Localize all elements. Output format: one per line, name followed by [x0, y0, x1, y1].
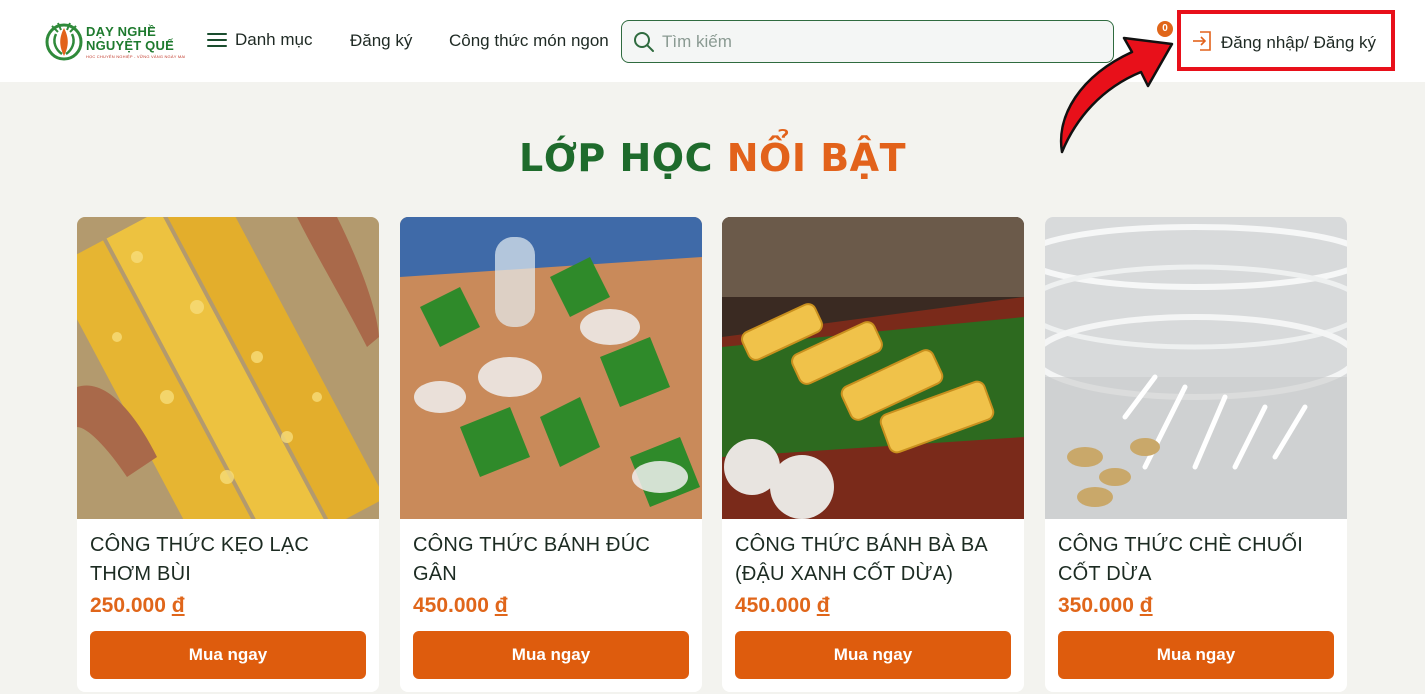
section-title-part1: LỚP HỌC — [519, 136, 727, 180]
login-register-label: Đăng nhập/ Đăng ký — [1221, 33, 1376, 52]
product-price: 450.000 đ — [735, 594, 830, 618]
product-card[interactable]: CÔNG THỨC CHÈ CHUỐI CỐT DỪA 350.000 đ Mu… — [1045, 217, 1347, 692]
product-title[interactable]: CÔNG THỨC KẸO LẠC THƠM BÙI — [90, 531, 375, 589]
buy-now-button[interactable]: Mua ngay — [413, 631, 689, 679]
price-value: 450.000 — [735, 594, 811, 617]
product-image[interactable] — [77, 217, 379, 519]
login-icon — [1193, 31, 1211, 51]
product-image[interactable] — [400, 217, 702, 519]
buy-now-button[interactable]: Mua ngay — [1058, 631, 1334, 679]
product-image[interactable] — [1045, 217, 1347, 519]
product-card[interactable]: CÔNG THỨC KẸO LẠC THƠM BÙI 250.000 đ Mua… — [77, 217, 379, 692]
price-currency: đ — [816, 594, 830, 617]
category-menu-label: Danh mục — [235, 30, 313, 49]
nav-recipes-link[interactable]: Công thức món ngon — [449, 31, 609, 51]
product-title[interactable]: CÔNG THỨC CHÈ CHUỐI CỐT DỪA — [1058, 531, 1343, 589]
logo-mark-icon — [45, 22, 83, 61]
price-currency: đ — [171, 594, 185, 617]
login-register-button[interactable]: Đăng nhập/ Đăng ký — [1177, 10, 1395, 71]
product-image[interactable] — [722, 217, 1024, 519]
price-value: 250.000 — [90, 594, 166, 617]
hamburger-icon — [207, 32, 227, 48]
annotation-arrow-icon — [1059, 36, 1174, 154]
search-icon[interactable] — [633, 31, 655, 53]
product-card[interactable]: CÔNG THỨC BÁNH BÀ BA (ĐẬU XANH CỐT DỪA) … — [722, 217, 1024, 692]
logo-text-line1: DẠY NGHỀ — [86, 24, 156, 39]
site-logo[interactable]: DẠY NGHỀ NGUYỆT QUẾ HỌC CHUYÊN NGHIỆP - … — [44, 20, 185, 64]
category-menu-button[interactable]: Danh mục — [207, 30, 312, 50]
price-currency: đ — [1139, 594, 1153, 617]
price-currency: đ — [494, 594, 508, 617]
section-title-part2: NỔI BẬT — [726, 136, 906, 180]
search-input[interactable] — [662, 27, 1102, 56]
logo-tagline: HỌC CHUYÊN NGHIỆP - VỮNG VÀNG NGÀY MAI — [86, 54, 186, 59]
product-title[interactable]: CÔNG THỨC BÁNH BÀ BA (ĐẬU XANH CỐT DỪA) — [735, 531, 1020, 589]
search-bar — [621, 20, 1114, 63]
product-title[interactable]: CÔNG THỨC BÁNH ĐÚC GÂN — [413, 531, 698, 589]
section-title: LỚP HỌC NỔI BẬT — [0, 136, 1425, 180]
buy-now-button[interactable]: Mua ngay — [735, 631, 1011, 679]
price-value: 450.000 — [413, 594, 489, 617]
buy-now-button[interactable]: Mua ngay — [90, 631, 366, 679]
product-price: 450.000 đ — [413, 594, 508, 618]
product-price: 350.000 đ — [1058, 594, 1153, 618]
logo-text-line2: NGUYỆT QUẾ — [86, 38, 174, 53]
product-card[interactable]: CÔNG THỨC BÁNH ĐÚC GÂN 450.000 đ Mua nga… — [400, 217, 702, 692]
product-price: 250.000 đ — [90, 594, 185, 618]
header: DẠY NGHỀ NGUYỆT QUẾ HỌC CHUYÊN NGHIỆP - … — [0, 0, 1425, 82]
nav-register-link[interactable]: Đăng ký — [350, 31, 412, 51]
price-value: 350.000 — [1058, 594, 1134, 617]
